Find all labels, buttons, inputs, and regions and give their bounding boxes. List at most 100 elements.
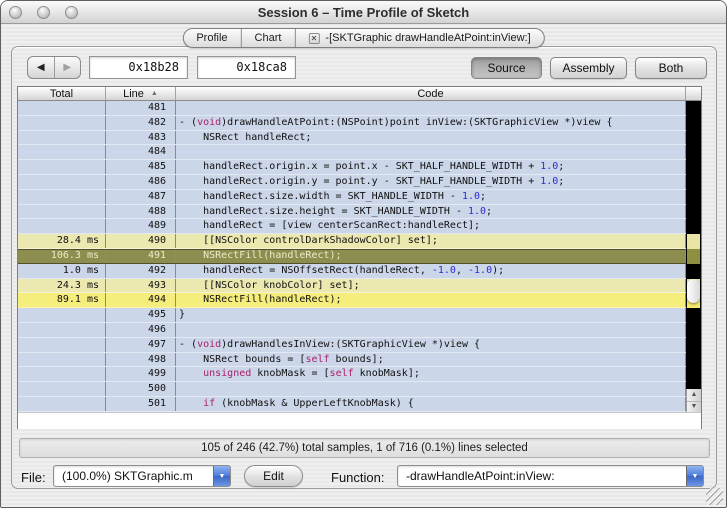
- table-empty-area: [18, 412, 701, 429]
- code-row[interactable]: 481: [18, 101, 701, 116]
- row-code: [176, 101, 686, 115]
- row-total-time: 28.4 ms: [18, 234, 106, 248]
- scrollbar-heat-mark: [687, 234, 700, 249]
- code-row[interactable]: 500: [18, 382, 701, 397]
- title-bar: Session 6 – Time Profile of Sketch: [1, 1, 726, 24]
- code-row[interactable]: 487 handleRect.size.width = SKT_HANDLE_W…: [18, 190, 701, 205]
- code-row[interactable]: 489 handleRect = [view centerScanRect:ha…: [18, 219, 701, 234]
- code-row[interactable]: 482- (void)drawHandleAtPoint:(NSPoint)po…: [18, 116, 701, 131]
- code-keyword: void: [197, 339, 221, 350]
- app-window: Session 6 – Time Profile of Sketch Profi…: [0, 0, 727, 508]
- row-code: }: [176, 308, 686, 322]
- tab-profile[interactable]: Profile: [183, 29, 241, 47]
- row-code: handleRect = [view centerScanRect:handle…: [176, 219, 686, 233]
- code-text: )drawHandlesInView:(SKTGraphicView *)vie…: [221, 339, 480, 350]
- assembly-view-button[interactable]: Assembly: [550, 57, 627, 79]
- file-popup-value: (100.0%) SKTGraphic.m: [62, 469, 193, 483]
- row-total-time: [18, 145, 106, 159]
- function-popup-value: -drawHandleAtPoint:inView:: [406, 469, 555, 483]
- code-text: NSRectFill(handleRect);: [179, 250, 342, 261]
- code-row[interactable]: 89.1 ms494 NSRectFill(handleRect);: [18, 293, 701, 308]
- code-row[interactable]: 485 handleRect.origin.x = point.x - SKT_…: [18, 160, 701, 175]
- code-row[interactable]: 106.3 ms491 NSRectFill(handleRect);: [18, 249, 701, 264]
- resize-grip[interactable]: [706, 488, 723, 505]
- code-row[interactable]: 501 if (knobMask & UpperLeftKnobMask) {: [18, 397, 701, 412]
- code-number: -1.0: [468, 265, 492, 276]
- edit-button[interactable]: Edit: [244, 465, 303, 487]
- code-keyword: unsigned: [203, 368, 251, 379]
- row-code: [[NSColor controlDarkShadowColor] set];: [176, 234, 686, 248]
- heat-scrollbar: ▲ ▼: [686, 101, 701, 412]
- file-popup[interactable]: (100.0%) SKTGraphic.m ▼: [53, 465, 231, 487]
- scrollbar-heat-mark: [687, 249, 700, 264]
- row-line-number: 499: [106, 367, 176, 381]
- column-header-line[interactable]: Line ▲: [106, 87, 176, 100]
- row-total-time: 1.0 ms: [18, 264, 106, 278]
- row-total-time: [18, 175, 106, 189]
- code-rows: 481482- (void)drawHandleAtPoint:(NSPoint…: [18, 101, 701, 412]
- row-line-number: 486: [106, 175, 176, 189]
- row-total-time: [18, 190, 106, 204]
- code-row[interactable]: 1.0 ms492 handleRect = NSOffsetRect(hand…: [18, 264, 701, 279]
- tab-chart[interactable]: Chart: [242, 29, 296, 47]
- window-title: Session 6 – Time Profile of Sketch: [258, 5, 469, 20]
- scroll-up-icon[interactable]: ▲: [687, 389, 701, 401]
- row-total-time: [18, 131, 106, 145]
- row-total-time: [18, 338, 106, 352]
- code-row[interactable]: 483 NSRect handleRect;: [18, 131, 701, 146]
- minimize-window-icon[interactable]: [37, 6, 50, 19]
- code-number: -1.0: [432, 265, 456, 276]
- row-code: - (void)drawHandleAtPoint:(NSPoint)point…: [176, 116, 686, 130]
- code-row[interactable]: 484: [18, 145, 701, 160]
- row-code: unsigned knobMask = [self knobMask];: [176, 367, 686, 381]
- row-line-number: 492: [106, 264, 176, 278]
- row-total-time: 24.3 ms: [18, 279, 106, 293]
- code-text: - (: [179, 339, 197, 350]
- code-row[interactable]: 28.4 ms490 [[NSColor controlDarkShadowCo…: [18, 234, 701, 249]
- code-text: handleRect.size.width = SKT_HANDLE_WIDTH…: [179, 191, 462, 202]
- tab-active-code-view[interactable]: ✕ -[SKTGraphic drawHandleAtPoint:inView:…: [295, 29, 543, 47]
- scrollbar-track[interactable]: [686, 101, 701, 389]
- function-popup[interactable]: -drawHandleAtPoint:inView: ▼: [397, 465, 704, 487]
- column-header-total[interactable]: Total: [18, 87, 106, 100]
- column-header-code[interactable]: Code: [176, 87, 686, 100]
- code-text: bounds];: [330, 354, 384, 365]
- row-code: NSRect bounds = [self bounds];: [176, 353, 686, 367]
- close-tab-icon[interactable]: ✕: [308, 33, 319, 44]
- code-row[interactable]: 24.3 ms493 [[NSColor knobColor] set];: [18, 279, 701, 294]
- file-label: File:: [21, 470, 46, 485]
- code-number: 1.0: [468, 206, 486, 217]
- address-field-end[interactable]: 0x18ca8: [197, 56, 296, 79]
- code-text: handleRect.size.height = SKT_HANDLE_WIDT…: [179, 206, 468, 217]
- row-code: NSRectFill(handleRect);: [176, 293, 686, 307]
- code-text: ;: [558, 161, 564, 172]
- both-view-button[interactable]: Both: [635, 57, 707, 79]
- row-line-number: 500: [106, 382, 176, 396]
- scroll-down-icon[interactable]: ▼: [687, 401, 701, 413]
- forward-icon[interactable]: ▶: [55, 57, 81, 78]
- row-line-number: 498: [106, 353, 176, 367]
- row-code: - (void)drawHandlesInView:(SKTGraphicVie…: [176, 338, 686, 352]
- code-number: 1.0: [462, 191, 480, 202]
- zoom-window-icon[interactable]: [65, 6, 78, 19]
- code-text: ;: [558, 176, 564, 187]
- code-row[interactable]: 497- (void)drawHandlesInView:(SKTGraphic…: [18, 338, 701, 353]
- code-row[interactable]: 486 handleRect.origin.y = point.y - SKT_…: [18, 175, 701, 190]
- code-row[interactable]: 495}: [18, 308, 701, 323]
- history-nav-control: ◀ ▶: [27, 56, 81, 79]
- function-popup-arrow-icon: ▼: [686, 465, 704, 487]
- address-field-start[interactable]: 0x18b28: [89, 56, 188, 79]
- code-text: handleRect.origin.x = point.x - SKT_HALF…: [179, 161, 540, 172]
- back-icon[interactable]: ◀: [28, 57, 55, 78]
- code-keyword: if: [203, 398, 215, 409]
- row-code: [176, 323, 686, 337]
- code-row[interactable]: 496: [18, 323, 701, 338]
- scrollbar-thumb[interactable]: [687, 279, 700, 303]
- code-row[interactable]: 488 handleRect.size.height = SKT_HANDLE_…: [18, 205, 701, 220]
- source-view-button[interactable]: Source: [471, 57, 542, 79]
- row-code: [176, 145, 686, 159]
- code-row[interactable]: 498 NSRect bounds = [self bounds];: [18, 353, 701, 368]
- row-total-time: [18, 353, 106, 367]
- code-row[interactable]: 499 unsigned knobMask = [self knobMask];: [18, 367, 701, 382]
- close-window-icon[interactable]: [9, 6, 22, 19]
